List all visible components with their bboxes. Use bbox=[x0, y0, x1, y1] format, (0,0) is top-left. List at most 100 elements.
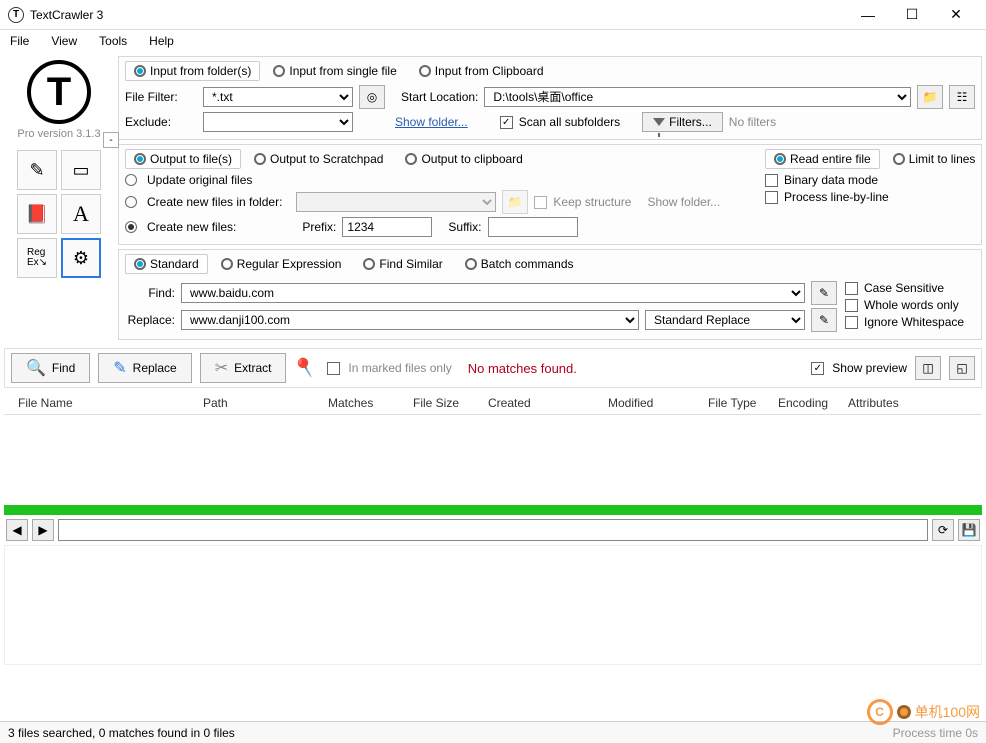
tab-input-single[interactable]: Input from single file bbox=[264, 61, 405, 81]
watermark: C 单机100网 bbox=[867, 699, 980, 725]
tab-output-clip[interactable]: Output to clipboard bbox=[396, 149, 531, 169]
minimize-button[interactable]: — bbox=[846, 1, 890, 29]
replace-edit-icon[interactable]: ✎ bbox=[811, 308, 837, 332]
pin-icon[interactable]: 📍 bbox=[290, 351, 324, 385]
status-message: No matches found. bbox=[468, 361, 577, 376]
tool-edit-icon[interactable]: ✎ bbox=[17, 150, 57, 190]
tab-batch[interactable]: Batch commands bbox=[456, 254, 583, 274]
create-folder-path bbox=[296, 192, 496, 212]
version-label: Pro version 3.1.3 bbox=[17, 128, 100, 140]
action-bar: 🔍Find ✎Replace ✂Extract 📍 In marked file… bbox=[4, 348, 982, 388]
browse-folder-icon: 📁 bbox=[502, 190, 528, 214]
refresh-icon[interactable]: ⟳ bbox=[932, 519, 954, 541]
col-encoding[interactable]: Encoding bbox=[772, 394, 842, 412]
start-location-select[interactable]: D:\tools\桌面\office bbox=[484, 87, 911, 107]
tool-window-icon[interactable]: ▭ bbox=[61, 150, 101, 190]
next-button[interactable]: ▶ bbox=[32, 519, 54, 541]
path-input[interactable] bbox=[58, 519, 928, 541]
menu-file[interactable]: File bbox=[10, 34, 29, 48]
binary-mode-checkbox[interactable] bbox=[765, 174, 778, 187]
replace-mode-select[interactable]: Standard Replace bbox=[645, 310, 805, 330]
status-right: Process time 0s bbox=[893, 726, 978, 740]
find-button[interactable]: 🔍Find bbox=[11, 353, 90, 383]
tab-input-clipboard[interactable]: Input from Clipboard bbox=[410, 61, 553, 81]
left-column: T Pro version 3.1.3 - ✎ ▭ 📕 A RegEx↘ ⚙ bbox=[4, 56, 114, 340]
process-line-checkbox[interactable] bbox=[765, 191, 778, 204]
scan-subfolders-label: Scan all subfolders bbox=[519, 115, 620, 129]
case-sensitive-checkbox[interactable] bbox=[845, 282, 858, 295]
marked-only-checkbox[interactable] bbox=[327, 362, 340, 375]
suffix-label: Suffix: bbox=[448, 220, 481, 234]
preview-area bbox=[4, 545, 982, 665]
keep-structure-checkbox bbox=[534, 196, 547, 209]
maximize-button[interactable]: ☐ bbox=[890, 1, 934, 29]
radio-update-original[interactable] bbox=[125, 174, 137, 186]
status-left: 3 files searched, 0 matches found in 0 f… bbox=[8, 726, 235, 740]
exclude-select[interactable] bbox=[203, 112, 353, 132]
file-filter-select[interactable]: *.txt bbox=[203, 87, 353, 107]
tool-font-icon[interactable]: A bbox=[61, 194, 101, 234]
tab-standard[interactable]: Standard bbox=[125, 254, 208, 274]
tab-limit-lines[interactable]: Limit to lines bbox=[884, 149, 985, 169]
col-path[interactable]: Path bbox=[197, 394, 322, 412]
search-panel: Standard Regular Expression Find Similar… bbox=[118, 249, 982, 340]
tab-similar[interactable]: Find Similar bbox=[354, 254, 451, 274]
search-icon: 🔍 bbox=[26, 358, 46, 378]
tab-regex[interactable]: Regular Expression bbox=[212, 254, 351, 274]
col-attributes[interactable]: Attributes bbox=[842, 394, 912, 412]
scissors-icon: ✂ bbox=[215, 358, 228, 378]
tool-regex-icon[interactable]: RegEx↘ bbox=[17, 238, 57, 278]
find-input[interactable]: www.baidu.com bbox=[181, 283, 805, 303]
show-folder-link[interactable]: Show folder... bbox=[395, 115, 468, 129]
col-modified[interactable]: Modified bbox=[602, 394, 702, 412]
suffix-input[interactable] bbox=[488, 217, 578, 237]
folder-open-icon[interactable]: 📁 bbox=[917, 85, 943, 109]
tab-output-scratch[interactable]: Output to Scratchpad bbox=[245, 149, 392, 169]
file-filter-label: File Filter: bbox=[125, 90, 197, 104]
nav-row: ◀ ▶ ⟳ 💾 bbox=[0, 517, 986, 543]
col-filesize[interactable]: File Size bbox=[407, 394, 482, 412]
exclude-label: Exclude: bbox=[125, 115, 197, 129]
menubar: File View Tools Help bbox=[0, 30, 986, 52]
col-created[interactable]: Created bbox=[482, 394, 602, 412]
prev-button[interactable]: ◀ bbox=[6, 519, 28, 541]
prefix-input[interactable] bbox=[342, 217, 432, 237]
whole-words-checkbox[interactable] bbox=[845, 299, 858, 312]
input-panel: Input from folder(s) Input from single f… bbox=[118, 56, 982, 140]
output-show-folder[interactable]: Show folder... bbox=[647, 195, 720, 209]
save-icon[interactable]: 💾 bbox=[958, 519, 980, 541]
close-button[interactable]: ✕ bbox=[934, 1, 978, 29]
menu-view[interactable]: View bbox=[51, 34, 77, 48]
tab-input-folder[interactable]: Input from folder(s) bbox=[125, 61, 260, 81]
titlebar: T TextCrawler 3 — ☐ ✕ bbox=[0, 0, 986, 30]
tool-book-icon[interactable]: 📕 bbox=[17, 194, 57, 234]
extract-button[interactable]: ✂Extract bbox=[200, 353, 287, 383]
filters-button[interactable]: Filters... bbox=[642, 112, 723, 132]
target-icon[interactable]: ◎ bbox=[359, 85, 385, 109]
replace-label: Replace: bbox=[125, 313, 175, 327]
show-preview-checkbox[interactable] bbox=[811, 362, 824, 375]
find-label: Find: bbox=[125, 286, 175, 300]
output-panel: Output to file(s) Output to Scratchpad O… bbox=[118, 144, 982, 245]
radio-create-folder[interactable] bbox=[125, 196, 137, 208]
collapse-button[interactable]: - bbox=[103, 132, 119, 148]
ignore-ws-checkbox[interactable] bbox=[845, 316, 858, 329]
layout-icon-1[interactable]: ◫ bbox=[915, 356, 941, 380]
find-edit-icon[interactable]: ✎ bbox=[811, 281, 837, 305]
tool-settings-icon[interactable]: ⚙ bbox=[61, 238, 101, 278]
tab-read-entire[interactable]: Read entire file bbox=[765, 149, 880, 169]
col-filetype[interactable]: File Type bbox=[702, 394, 772, 412]
radio-create-new[interactable] bbox=[125, 221, 137, 233]
replace-button[interactable]: ✎Replace bbox=[98, 353, 191, 383]
logo-icon: T bbox=[27, 60, 91, 124]
menu-help[interactable]: Help bbox=[149, 34, 174, 48]
layout-icon-2[interactable]: ◱ bbox=[949, 356, 975, 380]
scan-subfolders-checkbox[interactable] bbox=[500, 116, 513, 129]
col-matches[interactable]: Matches bbox=[322, 394, 407, 412]
replace-input[interactable]: www.danji100.com bbox=[181, 310, 639, 330]
watermark-c-icon: C bbox=[867, 699, 893, 725]
col-filename[interactable]: File Name bbox=[12, 394, 197, 412]
tree-icon[interactable]: ☷ bbox=[949, 85, 975, 109]
menu-tools[interactable]: Tools bbox=[99, 34, 127, 48]
tab-output-files[interactable]: Output to file(s) bbox=[125, 149, 241, 169]
